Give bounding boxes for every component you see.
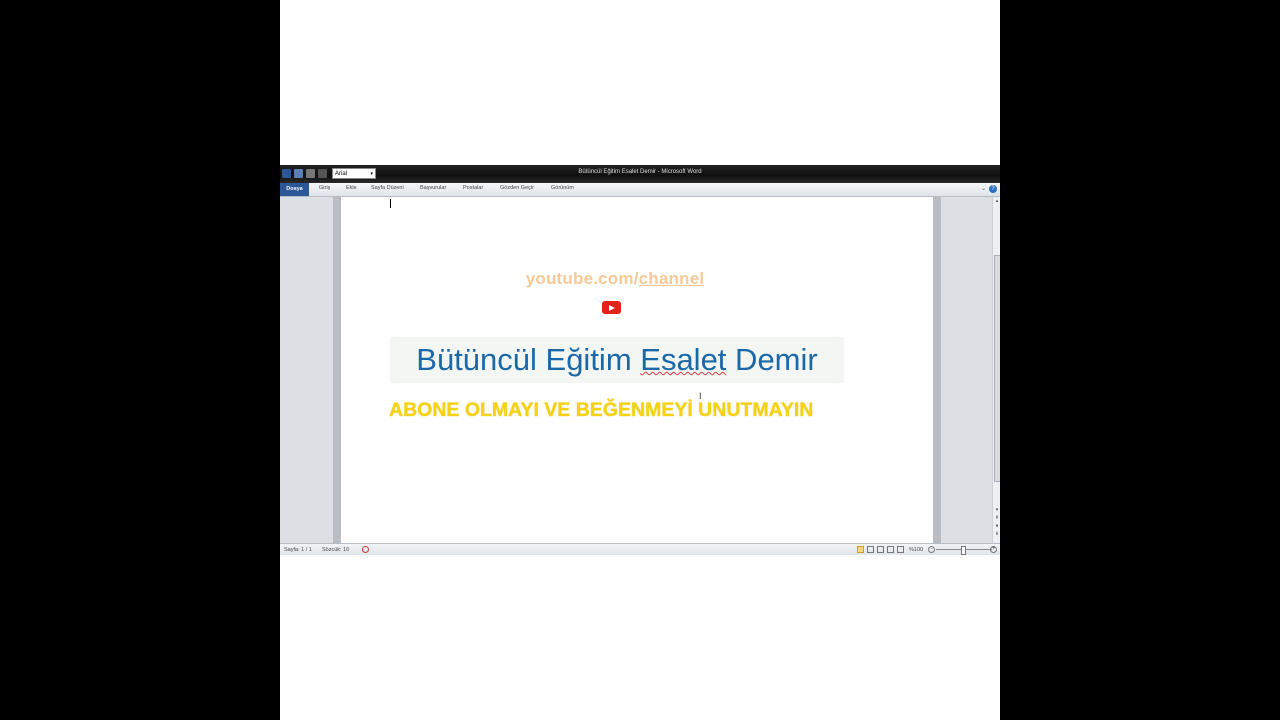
text-cursor (390, 199, 391, 208)
bottom-white-band (280, 555, 1000, 720)
tab-references[interactable]: Başvurular (420, 185, 446, 191)
tab-page-layout[interactable]: Sayfa Düzeni (371, 185, 404, 191)
window-title: Bütüncül Eğitim Esalet Demir - Microsoft… (578, 169, 702, 175)
draft-icon[interactable] (897, 546, 904, 553)
tab-view[interactable]: Görünüm (551, 185, 574, 191)
heading-part-2: Esalet (640, 342, 727, 377)
word-window: Arial ▾ Bütüncül Eğitim Esalet Demir - M… (280, 165, 1000, 556)
tab-review[interactable]: Gözden Geçir (500, 185, 534, 191)
next-page-icon[interactable]: ⇟ (994, 531, 1000, 537)
document-page[interactable]: youtube.com/channel Bütüncül Eğitim Esal… (341, 197, 933, 543)
previous-page-icon[interactable]: ⇞ (994, 515, 1000, 521)
browse-object-icon[interactable]: ● (994, 523, 1000, 529)
letterbox-right (1000, 0, 1280, 720)
help-icon[interactable]: ? (989, 185, 997, 193)
full-screen-reading-icon[interactable] (867, 546, 874, 553)
youtube-link-prefix: youtube.com/ (525, 269, 639, 288)
scroll-up-icon[interactable]: ▴ (994, 198, 1000, 204)
print-layout-icon[interactable] (857, 546, 864, 553)
tab-home[interactable]: Giriş (319, 185, 330, 191)
title-bar: Arial ▾ Bütüncül Eğitim Esalet Demir - M… (280, 165, 1000, 183)
zoom-slider-knob[interactable] (961, 546, 966, 555)
word-count[interactable]: Sözcük: 10 (322, 547, 349, 553)
ribbon-minimize-icon[interactable]: ⌄ (981, 185, 986, 192)
scroll-thumb[interactable] (994, 255, 1000, 482)
zoom-level[interactable]: %100 (909, 547, 923, 553)
youtube-link-channel: channel (638, 269, 705, 288)
heading-part-1: Bütüncül Eğitim (416, 342, 641, 377)
scroll-down-icon[interactable]: ▾ (994, 507, 1000, 513)
vertical-scrollbar[interactable]: ▴ ▾ ⇞ ● ⇟ (992, 197, 1000, 543)
video-frame: Arial ▾ Bütüncül Eğitim Esalet Demir - M… (280, 0, 1000, 720)
zoom-out-icon[interactable]: - (928, 546, 935, 553)
tab-file[interactable]: Dosya (280, 183, 309, 196)
letterbox-left (0, 0, 280, 720)
document-area: youtube.com/channel Bütüncül Eğitim Esal… (280, 197, 992, 543)
web-layout-icon[interactable] (877, 546, 884, 553)
outline-icon[interactable] (887, 546, 894, 553)
document-heading: Bütüncül Eğitim Esalet Demir (390, 337, 844, 383)
zoom-in-icon[interactable]: + (990, 546, 997, 553)
heading-part-3: Demir (726, 342, 818, 377)
page-count[interactable]: Sayfa: 1 / 1 (284, 547, 312, 553)
youtube-link[interactable]: youtube.com/channel (341, 269, 889, 289)
tab-insert[interactable]: Ekle (346, 185, 357, 191)
top-white-band (280, 0, 1000, 165)
proofing-icon[interactable] (362, 546, 369, 553)
ribbon-tabs: Dosya Giriş Ekle Sayfa Düzeni Başvurular… (280, 183, 1000, 197)
youtube-icon (602, 301, 621, 314)
subscribe-text: ABONE OLMAYI VE BEĞENMEYİ UNUTMAYIN (389, 399, 814, 421)
tab-mailings[interactable]: Postalar (463, 185, 483, 191)
